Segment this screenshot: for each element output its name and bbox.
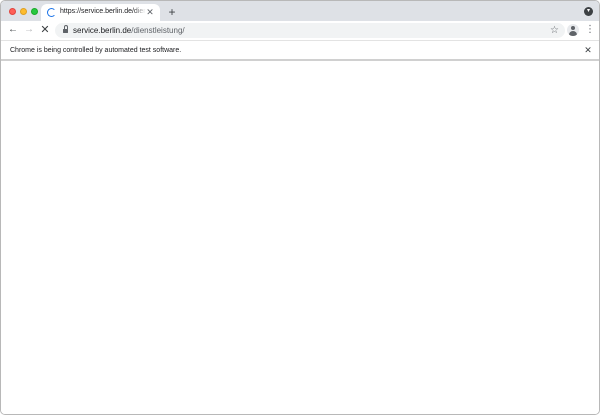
url-text[interactable]: service.berlin.de/dienstleistung/ [73, 25, 185, 36]
back-button[interactable]: ← [6, 23, 20, 37]
bookmark-star-icon[interactable]: ☆ [550, 24, 559, 37]
automation-infobar: Chrome is being controlled by automated … [1, 40, 599, 61]
forward-button[interactable]: → [22, 23, 36, 37]
profile-icon[interactable] [567, 24, 579, 36]
active-tab[interactable]: https://service.berlin.de/dienstleistung… [41, 4, 160, 21]
chrome-menu-button[interactable]: ⋮ [585, 23, 595, 37]
tab-strip: https://service.berlin.de/dienstleistung… [1, 1, 599, 21]
tab-close-icon[interactable]: ✕ [145, 7, 155, 17]
toolbar: ← → ✕ service.berlin.de/dienstleistung/ … [1, 21, 599, 40]
stop-loading-button[interactable]: ✕ [38, 23, 52, 37]
lock-icon[interactable] [63, 25, 68, 33]
infobar-close-icon[interactable]: ✕ [583, 45, 593, 55]
maximize-window-button[interactable] [31, 8, 38, 15]
loading-spinner-icon [47, 8, 56, 17]
address-bar[interactable]: service.berlin.de/dienstleistung/ ☆ [55, 23, 565, 38]
tab-title: https://service.berlin.de/dienstleistung… [60, 8, 146, 15]
browser-window: https://service.berlin.de/dienstleistung… [0, 0, 600, 415]
url-host: service.berlin.de [73, 26, 132, 35]
tab-search-button[interactable]: ▾ [584, 7, 593, 16]
minimize-window-button[interactable] [20, 8, 27, 15]
close-window-button[interactable] [9, 8, 16, 15]
page-viewport [1, 63, 599, 414]
url-path: /dienstleistung/ [131, 26, 185, 35]
new-tab-button[interactable]: + [166, 6, 178, 18]
infobar-message: Chrome is being controlled by automated … [10, 47, 182, 54]
